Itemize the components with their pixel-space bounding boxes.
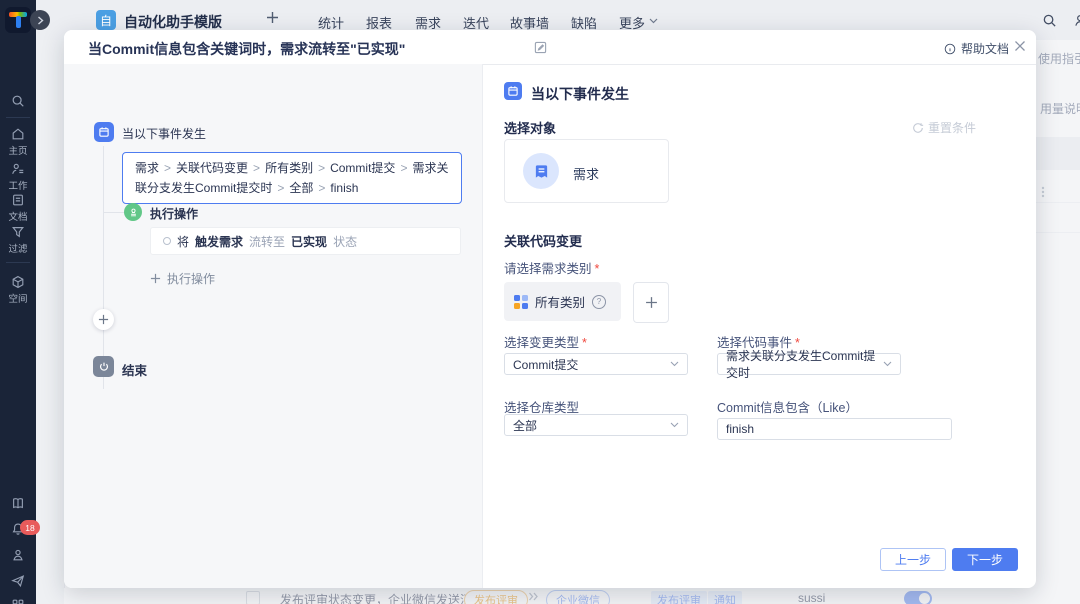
path-segment: Commit提交 [330, 161, 395, 175]
event-section-icon [504, 82, 522, 100]
members-icon[interactable] [11, 548, 25, 562]
chevron-down-icon [670, 422, 679, 428]
insert-step-button[interactable] [93, 309, 114, 330]
help-doc-link[interactable]: 帮助文档 [944, 40, 1009, 57]
action-node-icon [124, 203, 142, 221]
chevron-down-icon [670, 361, 679, 367]
end-node-icon [93, 356, 114, 377]
select-object-label: 选择对象 [504, 118, 556, 137]
sidebar-item-filter[interactable]: 过滤 [0, 241, 36, 255]
search-icon[interactable] [1042, 13, 1057, 28]
event-condition-box[interactable]: 需求>关联代码变更>所有类别>Commit提交>需求关联分支发生Commit提交… [122, 152, 462, 204]
sidebar-item-docs[interactable]: 文档 [0, 209, 36, 223]
section-label-code-change: 关联代码变更 [504, 231, 582, 250]
plus-icon [150, 273, 161, 284]
help-doc-label: 帮助文档 [961, 40, 1009, 57]
close-icon[interactable] [1014, 40, 1026, 52]
path-segment: 所有类别 [265, 161, 313, 175]
action-rule-card[interactable]: 将 触发需求 流转至 已实现 状态 [150, 227, 461, 255]
event-node-label: 当以下事件发生 [122, 125, 206, 142]
screen: 使用指引 用量说明 发布评审状态变更，企业微信发送消 发布评审 企业微信 发布评… [0, 0, 1080, 604]
object-card-story[interactable]: 需求 [504, 139, 669, 203]
change-type-select[interactable]: Commit提交 [504, 353, 688, 375]
apps-grid-icon[interactable] [11, 598, 25, 604]
add-action-button[interactable]: 执行操作 [150, 270, 215, 287]
modal-title: 当Commit信息包含关键词时，需求流转至"已实现" [88, 39, 405, 59]
app-title: 自动化助手模版 [124, 12, 222, 32]
sidebar-item-space[interactable]: 空间 [0, 291, 36, 305]
bullet-circle-icon [163, 237, 171, 245]
prev-step-button[interactable]: 上一步 [880, 548, 946, 571]
story-icon [533, 163, 550, 180]
question-icon[interactable]: ? [592, 295, 606, 309]
commit-like-label: Commit信息包含（Like） [717, 397, 858, 416]
add-tab-button[interactable] [266, 11, 279, 24]
home-icon[interactable] [11, 127, 25, 141]
rule-verb: 流转至 [249, 233, 285, 250]
document-icon[interactable] [11, 193, 25, 207]
sidebar-expand-button[interactable] [30, 10, 50, 30]
filter-icon[interactable] [11, 225, 25, 239]
reset-icon [912, 122, 924, 134]
path-segment: 需求 [135, 161, 159, 175]
my-work-icon[interactable] [11, 162, 25, 176]
library-icon[interactable] [11, 496, 25, 510]
path-segment: 关联代码变更 [176, 161, 248, 175]
invite-member-icon[interactable] [1074, 13, 1080, 28]
categories-grid-icon [514, 295, 528, 309]
category-field-label: 请选择需求类别* [504, 258, 599, 277]
category-chip-all[interactable]: 所有类别 ? [504, 282, 621, 321]
rule-suffix: 状态 [333, 233, 357, 250]
commit-keyword-input[interactable] [717, 418, 952, 440]
add-category-button[interactable] [633, 282, 669, 323]
rule-target: 触发需求 [195, 233, 243, 250]
action-node-label: 执行操作 [150, 205, 198, 222]
next-step-button[interactable]: 下一步 [952, 548, 1018, 571]
story-icon-circle [523, 153, 559, 189]
rule-state: 已实现 [291, 233, 327, 250]
sidebar-item-work[interactable]: 工作 [0, 178, 36, 192]
event-node-icon [94, 122, 114, 142]
form-heading: 当以下事件发生 [531, 84, 629, 104]
tapd-logo[interactable] [5, 7, 31, 33]
reset-conditions-button[interactable]: 重置条件 [912, 119, 976, 136]
end-node-label: 结束 [122, 360, 147, 379]
path-segment: finish [330, 181, 358, 195]
chevron-down-icon [883, 361, 892, 367]
space-cube-icon[interactable] [11, 275, 25, 289]
required-asterisk: * [582, 336, 587, 350]
workflow-panel: 当以下事件发生 需求>关联代码变更>所有类别>Commit提交>需求关联分支发生… [64, 64, 483, 588]
path-segment: 全部 [289, 181, 313, 195]
sidebar-search-icon[interactable] [11, 94, 25, 108]
required-asterisk: * [595, 262, 600, 276]
rule-prefix: 将 [177, 233, 189, 250]
repo-type-select[interactable]: 全部 [504, 414, 688, 436]
notification-badge: 18 [20, 520, 40, 535]
chevron-down-icon [649, 18, 658, 24]
app-icon: 自 [96, 10, 116, 30]
code-event-select[interactable]: 需求关联分支发生Commit提交时 [717, 353, 901, 375]
change-type-label: 选择变更类型* [504, 332, 587, 351]
sidebar: 主页 工作 文档 过滤 空间 [0, 40, 36, 604]
send-icon[interactable] [11, 574, 25, 588]
sidebar-item-home[interactable]: 主页 [0, 143, 36, 157]
modal-header: 当Commit信息包含关键词时，需求流转至"已实现" 帮助文档 [64, 30, 1036, 65]
object-name: 需求 [573, 164, 599, 183]
automation-rule-modal: 当Commit信息包含关键词时，需求流转至"已实现" 帮助文档 当以下事件发生 … [64, 30, 1036, 588]
edit-title-icon[interactable] [534, 41, 547, 54]
workflow-connector [103, 146, 104, 389]
